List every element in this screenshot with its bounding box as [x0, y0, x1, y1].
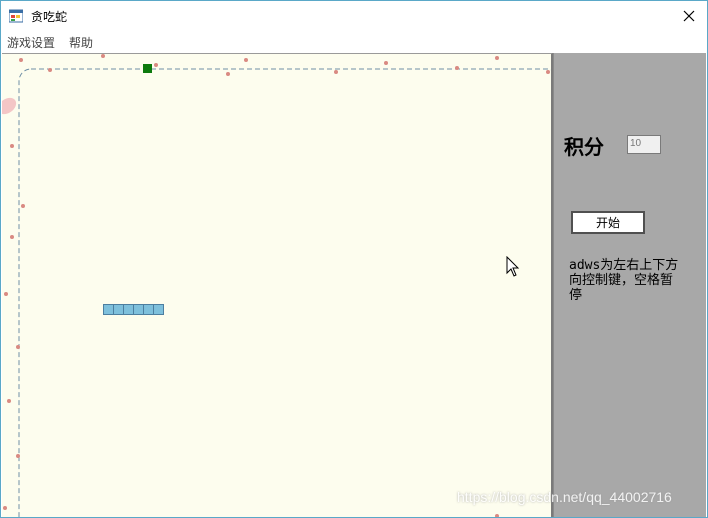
window-title: 贪吃蛇: [31, 10, 68, 24]
game-board[interactable]: [2, 53, 553, 517]
menu-help[interactable]: 帮助: [69, 34, 93, 51]
snake: [103, 304, 164, 315]
menu-bar: 游戏设置 帮助: [1, 31, 707, 51]
watermark: https://blog.csdn.net/qq_44002716: [457, 489, 672, 505]
board-decoration: [2, 54, 551, 517]
app-window-icon: [9, 9, 23, 23]
close-button[interactable]: [671, 1, 707, 31]
menu-game-settings[interactable]: 游戏设置: [7, 34, 55, 51]
controls-help-text: adws为左右上下方向控制键，空格暂停: [569, 258, 679, 303]
snake-food: [143, 64, 152, 73]
side-panel: 积分 10 开始 adws为左右上下方向控制键，空格暂停: [553, 53, 706, 517]
title-bar: 贪吃蛇: [1, 1, 707, 31]
score-field: 10: [627, 135, 661, 154]
mouse-cursor-icon: [506, 256, 520, 277]
start-button[interactable]: 开始: [571, 211, 645, 234]
score-label: 积分: [564, 135, 604, 159]
snake-segment: [153, 304, 164, 315]
close-icon: [683, 10, 695, 22]
game-window: 贪吃蛇 游戏设置 帮助 积分 10 开始 adws为左右上下方向控制键，空格暂停…: [0, 0, 708, 518]
